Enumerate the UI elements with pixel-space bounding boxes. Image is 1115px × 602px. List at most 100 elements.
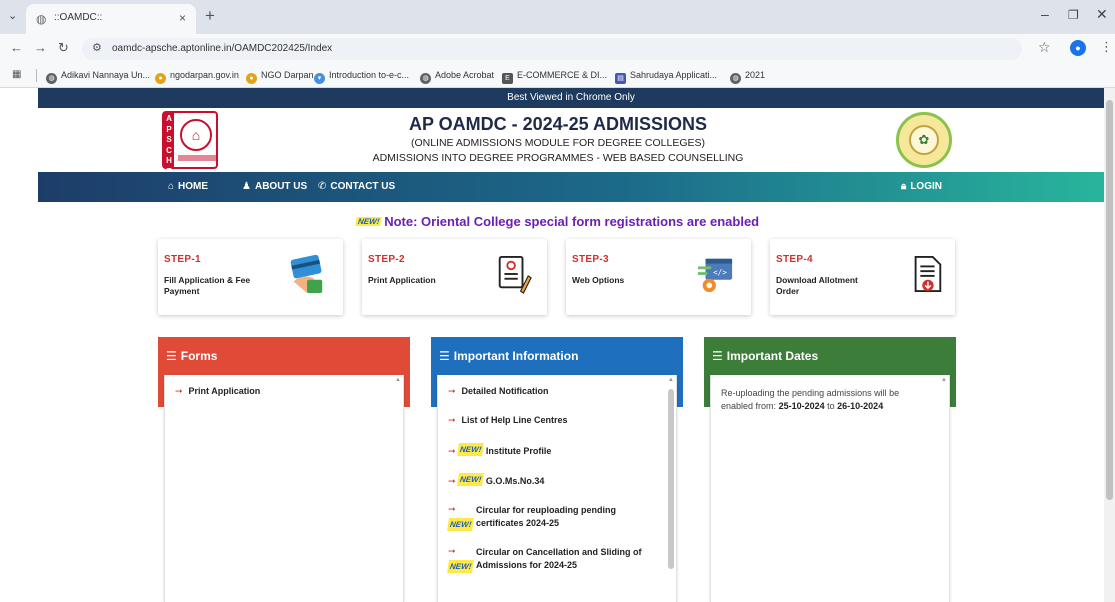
step-title: STEP-3 bbox=[572, 254, 609, 265]
restore-icon[interactable]: ❐ bbox=[1068, 8, 1079, 22]
nav-login[interactable]: 🔒︎ LOGIN bbox=[901, 181, 942, 192]
bookmark-favicon-icon: ● bbox=[155, 73, 166, 84]
bookmark-item[interactable]: ◍ Adobe Acrobat bbox=[420, 70, 494, 84]
back-icon[interactable]: ← bbox=[10, 40, 23, 55]
info-link[interactable]: ➞ Detailed Notification bbox=[448, 385, 653, 398]
site-subtitle: (ONLINE ADMISSIONS MODULE FOR DEGREE COL… bbox=[410, 137, 706, 149]
scroll-up-icon[interactable]: ▲ bbox=[941, 377, 947, 383]
step-card-3[interactable]: STEP-3 Web Options </> bbox=[566, 239, 751, 315]
svg-text:</>: </> bbox=[713, 268, 727, 277]
bookmark-label: ngodarpan.gov.in bbox=[170, 70, 239, 80]
browser-tab-active[interactable]: ◍ ::OAMDC:: × bbox=[26, 4, 196, 34]
bookmark-item[interactable]: ▾ Introduction to-e-c... bbox=[314, 70, 409, 84]
tab-title: ::OAMDC:: bbox=[54, 12, 103, 23]
new-badge: NEW! bbox=[456, 473, 484, 486]
profile-avatar-icon[interactable]: ● bbox=[1070, 40, 1086, 56]
bookmark-item[interactable]: ● ngodarpan.gov.in bbox=[155, 70, 239, 84]
date-from: 25-10-2024 bbox=[778, 401, 825, 411]
nav-home-label: HOME bbox=[178, 181, 209, 192]
page-viewport: Best Viewed in Chrome Only APSCHE ⌂ AP O… bbox=[0, 88, 1115, 602]
browser-toolbar: ← → ↻ ⚙ oamdc-apsche.aptonline.in/OAMDC2… bbox=[0, 34, 1115, 64]
nav-contact-us[interactable]: ✆ CONTACT US bbox=[318, 181, 395, 192]
bookmark-favicon-icon: ▾ bbox=[314, 73, 325, 84]
logo-caption-bar bbox=[178, 155, 216, 161]
arrow-right-icon: ➞ bbox=[448, 546, 456, 556]
bookmark-item[interactable]: ◍ 2021 bbox=[730, 70, 765, 84]
info-panel-body: ➞ Detailed Notification ➞ List of Help Lin… bbox=[437, 375, 677, 602]
dates-scrollbar[interactable]: ▲ bbox=[941, 377, 947, 592]
nav-about-label: ABOUT US bbox=[254, 181, 308, 192]
info-scrollbar[interactable]: ▲ bbox=[668, 377, 674, 592]
dates-panel-body: Re-uploading the pending admissions will… bbox=[710, 375, 950, 602]
new-badge: NEW! bbox=[447, 518, 475, 531]
info-link[interactable]: ➞ NEW! Institute Profile bbox=[448, 443, 653, 458]
info-title-text: Important Information bbox=[453, 349, 579, 363]
bookmark-item[interactable]: E E-COMMERCE & DI... bbox=[502, 70, 607, 84]
date-to: 26-10-2024 bbox=[837, 401, 884, 411]
reload-icon[interactable]: ↻ bbox=[58, 40, 69, 56]
web-options-icon: </> bbox=[697, 258, 733, 293]
lock-icon: 🔒︎ bbox=[901, 181, 907, 192]
ap-government-emblem: ✿ bbox=[896, 112, 952, 168]
info-scroll-thumb[interactable] bbox=[668, 389, 674, 569]
step-title: STEP-1 bbox=[164, 254, 201, 265]
notice-line[interactable]: NEW! Note: Oriental College special form … bbox=[0, 214, 1115, 229]
scroll-up-icon[interactable]: ▲ bbox=[668, 377, 674, 383]
info-link[interactable]: ➞ List of Help Line Centres bbox=[448, 414, 653, 427]
notice-text: Note: Oriental College special form regi… bbox=[384, 214, 760, 229]
tab-search-chevron-icon[interactable]: ⌄ bbox=[8, 9, 17, 22]
step-card-1[interactable]: STEP-1 Fill Application & Fee Payment bbox=[158, 239, 343, 315]
apps-grid-icon[interactable]: ▦ bbox=[12, 69, 21, 80]
reupload-date-notice: Re-uploading the pending admissions will… bbox=[721, 387, 933, 413]
info-link[interactable]: ➞ NEW! G.O.Ms.No.34 bbox=[448, 473, 653, 488]
site-title: AP OAMDC - 2024-25 ADMISSIONS bbox=[408, 114, 708, 134]
new-badge: NEW! bbox=[447, 560, 475, 573]
card-payment-icon bbox=[290, 254, 323, 293]
info-link-label: List of Help Line Centres bbox=[461, 415, 568, 425]
site-header: APSCHE ⌂ AP OAMDC - 2024-25 ADMISSIONS (… bbox=[38, 108, 1104, 176]
page-scroll-thumb[interactable] bbox=[1106, 100, 1113, 500]
minimize-icon[interactable]: – bbox=[1041, 6, 1049, 22]
forms-link-print-application[interactable]: ➞ Print Application bbox=[175, 385, 380, 398]
step-card-4[interactable]: STEP-4 Download Allotment Order bbox=[770, 239, 955, 315]
forward-icon[interactable]: → bbox=[34, 40, 47, 55]
bookmark-item[interactable]: ● NGO Darpan bbox=[246, 70, 314, 84]
arrow-right-icon: ➞ bbox=[448, 415, 456, 425]
bookmarks-separator bbox=[36, 69, 37, 82]
step-title: STEP-4 bbox=[776, 254, 813, 265]
bookmark-item[interactable]: ▤ Sahrudaya Applicati... bbox=[615, 70, 717, 84]
new-badge-wrap: NEW! bbox=[447, 518, 476, 533]
info-link-label: Circular for reuploading pending certifi… bbox=[476, 505, 617, 528]
nav-home[interactable]: ⌂ HOME bbox=[168, 181, 208, 192]
step-card-2[interactable]: STEP-2 Print Application bbox=[362, 239, 547, 315]
new-badge: NEW! bbox=[456, 443, 484, 456]
arrow-right-icon: ➞ bbox=[448, 504, 456, 514]
forms-title-text: Forms bbox=[180, 349, 218, 363]
bookmark-label: NGO Darpan bbox=[261, 70, 314, 80]
nav-about-us[interactable]: ♟ ABOUT US bbox=[242, 181, 307, 192]
bookmark-star-icon[interactable]: ☆ bbox=[1038, 39, 1051, 56]
forms-scrollbar[interactable]: ▲ bbox=[395, 377, 401, 592]
site-tagline: ADMISSIONS INTO DEGREE PROGRAMMES - WEB … bbox=[372, 152, 744, 164]
chrome-notice-banner: Best Viewed in Chrome Only bbox=[38, 88, 1104, 108]
scroll-up-icon[interactable]: ▲ bbox=[395, 377, 401, 383]
forms-panel-body: ➞ Print Application ▲ bbox=[164, 375, 404, 602]
bookmark-label: Adobe Acrobat bbox=[435, 70, 495, 80]
bookmark-item[interactable]: ◍ Adikavi Nannaya Un... bbox=[46, 70, 150, 84]
list-icon: ☰ bbox=[712, 349, 723, 363]
url-text[interactable]: oamdc-apsche.aptonline.in/OAMDC202425/In… bbox=[112, 43, 332, 54]
nav-contact-label: CONTACT US bbox=[330, 181, 396, 192]
info-link-label: Circular on Cancellation and Sliding of … bbox=[476, 547, 642, 570]
window-close-icon[interactable]: ✕ bbox=[1096, 6, 1108, 23]
address-bar[interactable]: ⚙ oamdc-apsche.aptonline.in/OAMDC202425/… bbox=[82, 38, 1022, 60]
new-tab-icon[interactable]: + bbox=[205, 6, 215, 26]
close-tab-icon[interactable]: × bbox=[179, 11, 186, 25]
globe-icon: ◍ bbox=[36, 12, 47, 26]
bookmark-label: 2021 bbox=[745, 70, 766, 80]
apsche-logo[interactable]: APSCHE ⌂ bbox=[162, 111, 218, 176]
browser-menu-icon[interactable]: ⋮ bbox=[1100, 39, 1113, 55]
browser-tabstrip: ⌄ ◍ ::OAMDC:: × + – ❐ ✕ bbox=[0, 0, 1115, 34]
site-info-icon[interactable]: ⚙ bbox=[92, 41, 102, 54]
bookmark-label: Introduction to-e-c... bbox=[329, 70, 410, 80]
info-panel-title: ☰ Important Information bbox=[439, 349, 578, 363]
